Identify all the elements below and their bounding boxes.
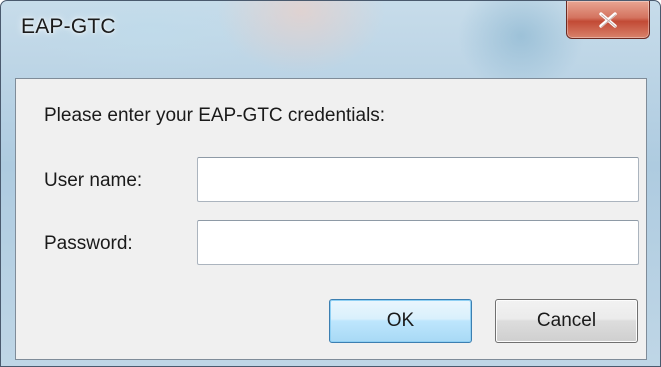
close-button[interactable] <box>566 1 650 39</box>
title-bar[interactable]: EAP-GTC <box>1 1 660 77</box>
close-icon <box>599 11 617 28</box>
username-label: User name: <box>44 170 143 191</box>
username-input[interactable] <box>197 157 639 202</box>
cancel-button[interactable]: Cancel <box>495 299 638 343</box>
password-label: Password: <box>44 233 133 254</box>
window-title: EAP-GTC <box>21 15 116 38</box>
credentials-prompt: Please enter your EAP-GTC credentials: <box>44 105 386 126</box>
ok-button[interactable]: OK <box>329 299 472 343</box>
password-input[interactable] <box>197 220 639 265</box>
